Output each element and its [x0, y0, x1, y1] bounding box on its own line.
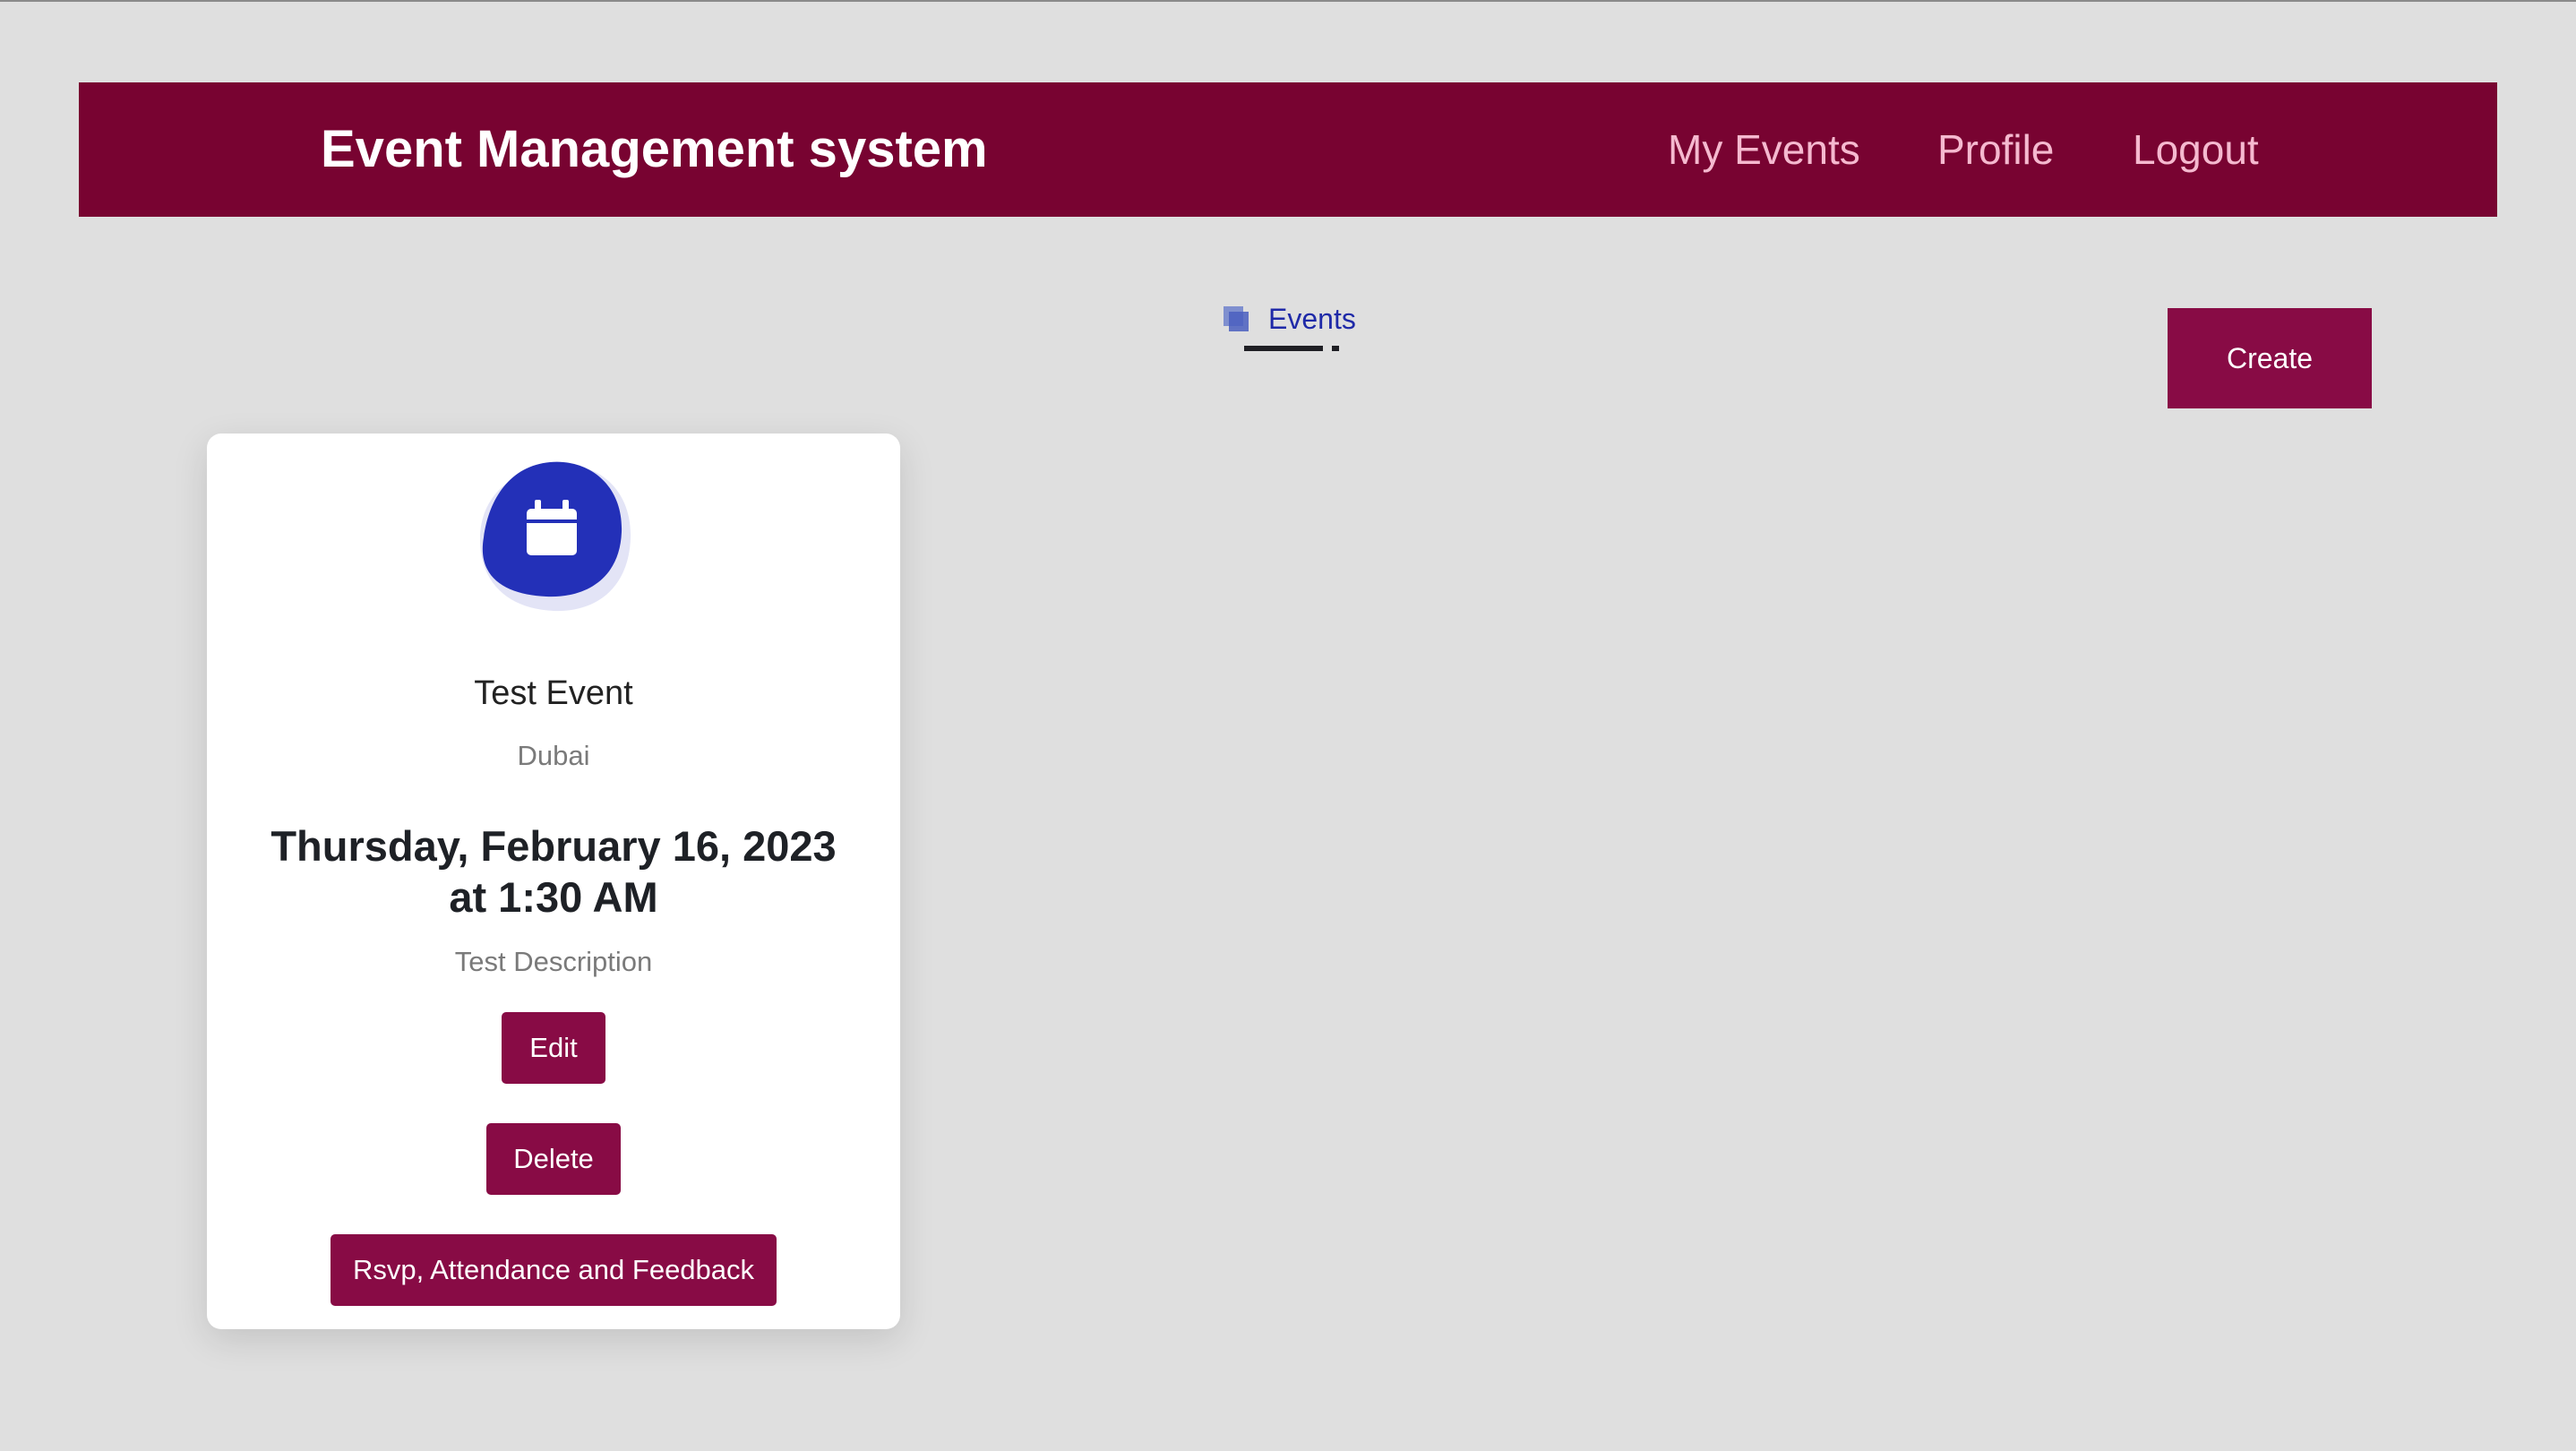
event-title: Test Event [474, 674, 633, 712]
tab-underline-dot [1332, 346, 1339, 351]
event-datetime: Thursday, February 16, 2023 at 1:30 AM [270, 822, 837, 921]
event-card: Test Event Dubai Thursday, February 16, … [207, 434, 900, 1329]
tab-events-label: Events [1268, 303, 1356, 335]
event-location: Dubai [517, 740, 590, 771]
create-event-button[interactable]: Create [2168, 308, 2372, 408]
delete-button[interactable]: Delete [486, 1123, 621, 1195]
top-navbar: Event Management system My Events Profil… [79, 82, 2497, 217]
tab-active-underline [1244, 346, 1323, 351]
calendar-icon [471, 453, 637, 619]
app-brand-title: Event Management system [321, 120, 988, 178]
nav-link-logout[interactable]: Logout [2133, 82, 2259, 217]
nav-link-profile[interactable]: Profile [1937, 82, 2054, 217]
edit-button[interactable]: Edit [502, 1012, 605, 1084]
rsvp-attendance-feedback-button[interactable]: Rsvp, Attendance and Feedback [331, 1234, 777, 1306]
layers-icon [1224, 306, 1250, 333]
event-description: Test Description [454, 946, 653, 977]
nav-link-my-events[interactable]: My Events [1668, 82, 1860, 217]
